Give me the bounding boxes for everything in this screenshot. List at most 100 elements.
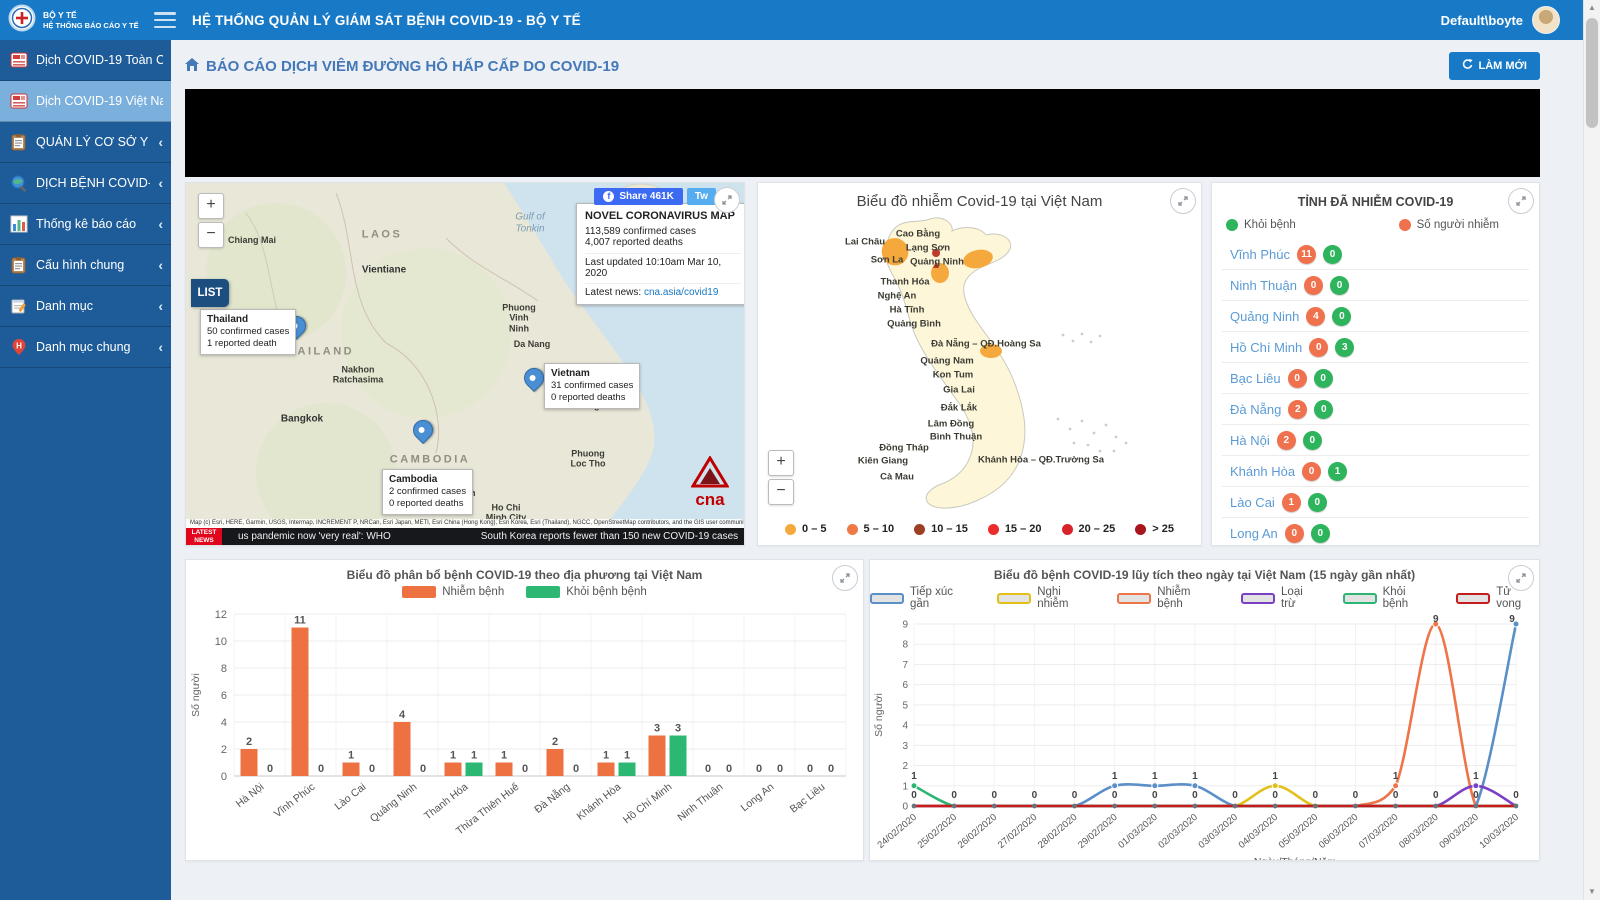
sidebar-item-danh-m-c-chung[interactable]: H Danh mục chung ‹	[0, 327, 171, 368]
expand-vietnam-map-button[interactable]	[1170, 188, 1196, 214]
cna-news-link[interactable]: cna.asia/covid19	[644, 287, 719, 298]
sidebar-item-th-ng-k-b-o-c-o[interactable]: Thống kê báo cáo ‹	[0, 204, 171, 245]
svg-text:1: 1	[450, 750, 456, 762]
svg-text:12: 12	[215, 609, 227, 621]
legend-swatch-icon	[1456, 592, 1491, 604]
svg-text:0: 0	[1473, 790, 1479, 801]
infected-badge: 1	[1281, 492, 1301, 512]
zoom-in-button[interactable]: +	[768, 450, 794, 476]
svg-text:27/02/2020: 27/02/2020	[996, 812, 1039, 851]
svg-text:2: 2	[221, 744, 227, 756]
zoom-out-button[interactable]: −	[768, 479, 794, 505]
username: Default\boyte	[1440, 12, 1523, 28]
chevron-left-icon: ‹	[158, 339, 163, 355]
table-row: Vĩnh Phúc 11 0	[1222, 239, 1529, 269]
ministry-logo-icon	[8, 4, 36, 37]
clipboard-icon	[10, 133, 28, 151]
facebook-share-button[interactable]: f Share 461K	[594, 188, 683, 205]
chevron-left-icon: ‹	[158, 216, 163, 232]
province-link-long-an[interactable]: Long An	[1230, 526, 1278, 541]
svg-text:10: 10	[215, 636, 227, 648]
svg-text:0: 0	[756, 763, 762, 775]
avatar	[1532, 6, 1560, 34]
sidebar-item-d-ch-covid-19-vi-t-nam[interactable]: Dịch COVID-19 Việt Nam	[0, 81, 171, 122]
province-link-qu-ng-ninh[interactable]: Quảng Ninh	[1230, 309, 1299, 324]
sidebar-item-qu-n-l-c-s-y-t[interactable]: QUẢN LÝ CƠ SỞ Y TẾ ‹	[0, 122, 171, 163]
infected-provinces-panel: TỈNH ĐÃ NHIỄM COVID-19 Khỏi bệnh Số người…	[1211, 182, 1540, 546]
svg-text:29/02/2020: 29/02/2020	[1076, 812, 1119, 851]
legend-item: > 25	[1135, 523, 1174, 535]
zoom-out-button[interactable]: −	[198, 222, 224, 248]
sidebar-item-label: Thống kê báo cáo	[36, 217, 137, 231]
home-icon	[185, 57, 199, 75]
app-title: HỆ THỐNG QUẢN LÝ GIÁM SÁT BỆNH COVID-19 …	[192, 12, 581, 28]
svg-text:03/03/2020: 03/03/2020	[1197, 812, 1240, 851]
list-tab-button[interactable]: LIST	[191, 279, 229, 307]
svg-text:1: 1	[1393, 771, 1399, 782]
table-row: Lào Cai 1 0	[1222, 486, 1529, 517]
recovered-badge: 0	[1307, 492, 1327, 512]
sidebar-item-d-ch-b-nh-covid-19[interactable]: DỊCH BỆNH COVID-19 ‹	[0, 163, 171, 204]
expand-bar-chart-button[interactable]	[832, 565, 858, 591]
map-label-da-nang: Da Nang	[513, 338, 551, 349]
svg-text:3: 3	[675, 723, 681, 735]
main-content: BÁO CÁO DỊCH VIÊM ĐƯỜNG HÔ HẤP CẤP DO CO…	[171, 40, 1584, 900]
legend-dot-icon	[1135, 523, 1147, 535]
svg-text:0: 0	[951, 790, 957, 801]
province-label-lai-ch-u: Lai Châu	[844, 236, 886, 248]
sidebar-item-c-u-h-nh-chung[interactable]: Cấu hình chung ‹	[0, 245, 171, 286]
expand-provinces-button[interactable]	[1508, 188, 1534, 214]
province-link-kh-nh-h-a[interactable]: Khánh Hòa	[1230, 464, 1295, 479]
svg-text:2: 2	[246, 736, 252, 748]
province-link-l-o-cai[interactable]: Lào Cai	[1230, 495, 1275, 510]
vietnam-map[interactable]: Cao Bằng Lai Châu Lạng Sơn Sơn La Quảng Ninh…	[758, 213, 1201, 513]
zoom-in-button[interactable]: +	[198, 193, 224, 219]
legend-swatch-icon	[997, 592, 1032, 604]
twitter-share-button[interactable]: Tw	[686, 188, 716, 205]
chevron-left-icon: ‹	[158, 175, 163, 191]
svg-text:Quảng Ninh: Quảng Ninh	[368, 781, 420, 825]
infected-badge: 2	[1276, 430, 1296, 450]
svg-text:1: 1	[603, 750, 609, 762]
sidebar-item-label: DỊCH BỆNH COVID-19	[36, 176, 150, 190]
svg-text:0: 0	[221, 771, 227, 783]
svg-text:0: 0	[573, 763, 579, 775]
svg-text:0: 0	[420, 763, 426, 775]
svg-text:24/02/2020: 24/02/2020	[875, 812, 918, 851]
province-link-b-c-li-u[interactable]: Bạc Liêu	[1230, 371, 1281, 386]
svg-text:01/03/2020: 01/03/2020	[1116, 812, 1159, 851]
province-label-qu-ng-ninh: Quảng Ninh	[910, 256, 964, 268]
legend-label: Nhiễm bệnh	[442, 586, 505, 598]
province-link-h-n-i[interactable]: Hà Nội	[1230, 433, 1270, 448]
scroll-up-arrow-icon[interactable]: ▲	[1584, 0, 1600, 16]
sidebar-item-label: Dịch COVID-19 Việt Nam	[36, 94, 163, 108]
province-link-h-ch-minh[interactable]: Hồ Chí Minh	[1230, 340, 1302, 355]
table-row: Hà Nội 2 0	[1222, 424, 1529, 455]
province-link-n-ng[interactable]: Đà Nẵng	[1230, 402, 1281, 417]
svg-text:0: 0	[807, 763, 813, 775]
svg-text:1: 1	[1112, 771, 1118, 782]
legend-label: Loại trừ	[1281, 586, 1303, 610]
video-player[interactable]	[185, 89, 1540, 177]
province-link-ninh-thu-n[interactable]: Ninh Thuận	[1230, 278, 1297, 293]
cna-logo: cna	[686, 455, 734, 508]
sidebar-item-danh-m-c[interactable]: Danh mục ‹	[0, 286, 171, 327]
svg-text:3: 3	[654, 723, 660, 735]
svg-text:1: 1	[624, 750, 630, 762]
user-menu[interactable]: Default\boyte	[1441, 6, 1560, 34]
scroll-down-arrow-icon[interactable]: ▼	[1584, 884, 1600, 900]
refresh-button[interactable]: LÀM MỚI	[1448, 52, 1540, 80]
page-scrollbar[interactable]: ▲ ▼	[1583, 0, 1600, 900]
expand-line-chart-button[interactable]	[1508, 565, 1534, 591]
legend-label: Số người nhiễm	[1416, 219, 1499, 231]
svg-text:9: 9	[902, 620, 908, 631]
scrollbar-thumb[interactable]	[1586, 18, 1598, 128]
expand-map-button[interactable]	[714, 187, 740, 213]
hamburger-menu-icon[interactable]	[154, 12, 176, 28]
sidebar-item-d-ch-covid-19-to-n-c-u[interactable]: Dịch COVID-19 Toàn Cầu	[0, 40, 171, 81]
table-row: Đà Nẵng 2 0	[1222, 393, 1529, 424]
svg-text:0: 0	[522, 763, 528, 775]
province-link-v-nh-ph-c[interactable]: Vĩnh Phúc	[1230, 247, 1290, 262]
map-tooltip-thailand: Thailand 50 confirmed cases 1 reported dea…	[200, 309, 297, 355]
svg-text:1: 1	[1152, 771, 1158, 782]
